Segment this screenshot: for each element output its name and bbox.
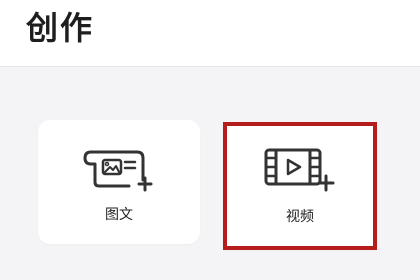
video-add-icon bbox=[264, 148, 335, 192]
image-text-card[interactable]: 图文 bbox=[38, 120, 200, 244]
image-text-icon bbox=[83, 150, 153, 192]
video-label: 视频 bbox=[286, 209, 314, 225]
video-card[interactable]: 视频 bbox=[223, 122, 377, 250]
page-title: 创作 bbox=[26, 9, 95, 47]
header: 创作 bbox=[0, 0, 420, 67]
image-text-label: 图文 bbox=[105, 207, 133, 223]
